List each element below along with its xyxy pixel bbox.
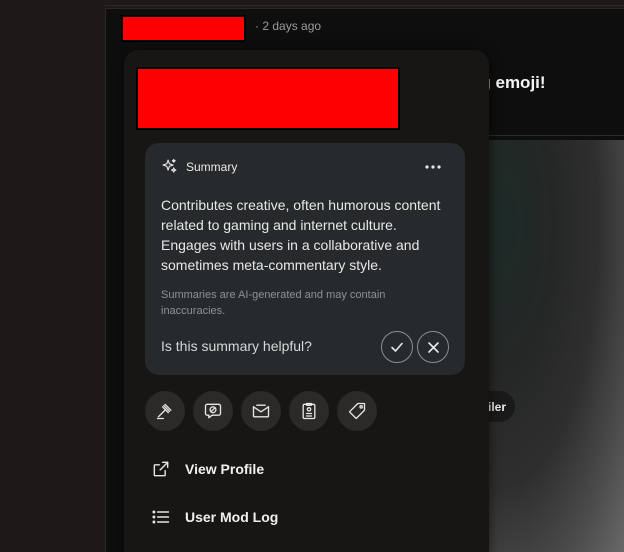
tag-icon (347, 401, 367, 421)
checkmark-icon (390, 340, 404, 354)
helpful-no-button[interactable] (417, 331, 449, 363)
mail-open-icon (251, 401, 271, 421)
helpful-question: Is this summary helpful? (161, 338, 312, 354)
gavel-icon (155, 401, 175, 421)
close-icon (427, 341, 440, 354)
list-icon (151, 507, 171, 527)
summary-text: Contributes creative, often humorous con… (161, 197, 441, 273)
ai-disclaimer: Summaries are AI-generated and may conta… (161, 289, 386, 317)
post-timestamp: · 2 days ago (255, 19, 322, 33)
divider (489, 135, 624, 136)
external-link-icon (151, 459, 171, 479)
view-profile-link[interactable]: View Profile (151, 459, 264, 479)
left-gutter (0, 0, 105, 552)
user-notes-button[interactable] (289, 391, 329, 431)
helpful-yes-button[interactable] (381, 331, 413, 363)
ellipsis-icon (425, 165, 441, 169)
user-mod-log-label: User Mod Log (185, 509, 279, 525)
user-flair-button[interactable] (337, 391, 377, 431)
redacted-username (121, 15, 246, 42)
summary-label: Summary (186, 159, 238, 174)
more-options-button[interactable] (420, 156, 446, 178)
ban-chat-icon (203, 401, 223, 421)
user-notes-icon (299, 401, 319, 421)
modmail-button[interactable] (241, 391, 281, 431)
post-time-text: 2 days ago (262, 19, 322, 33)
summary-header: Summary (161, 158, 237, 175)
ban-user-button[interactable] (145, 391, 185, 431)
sparkle-icon (161, 158, 178, 175)
post-media[interactable] (489, 140, 624, 552)
mod-action-row (145, 391, 377, 431)
redacted-user-header (136, 67, 400, 130)
mute-user-button[interactable] (193, 391, 233, 431)
top-divider (105, 5, 624, 6)
user-mod-log-link[interactable]: User Mod Log (151, 507, 278, 527)
view-profile-label: View Profile (185, 461, 265, 477)
